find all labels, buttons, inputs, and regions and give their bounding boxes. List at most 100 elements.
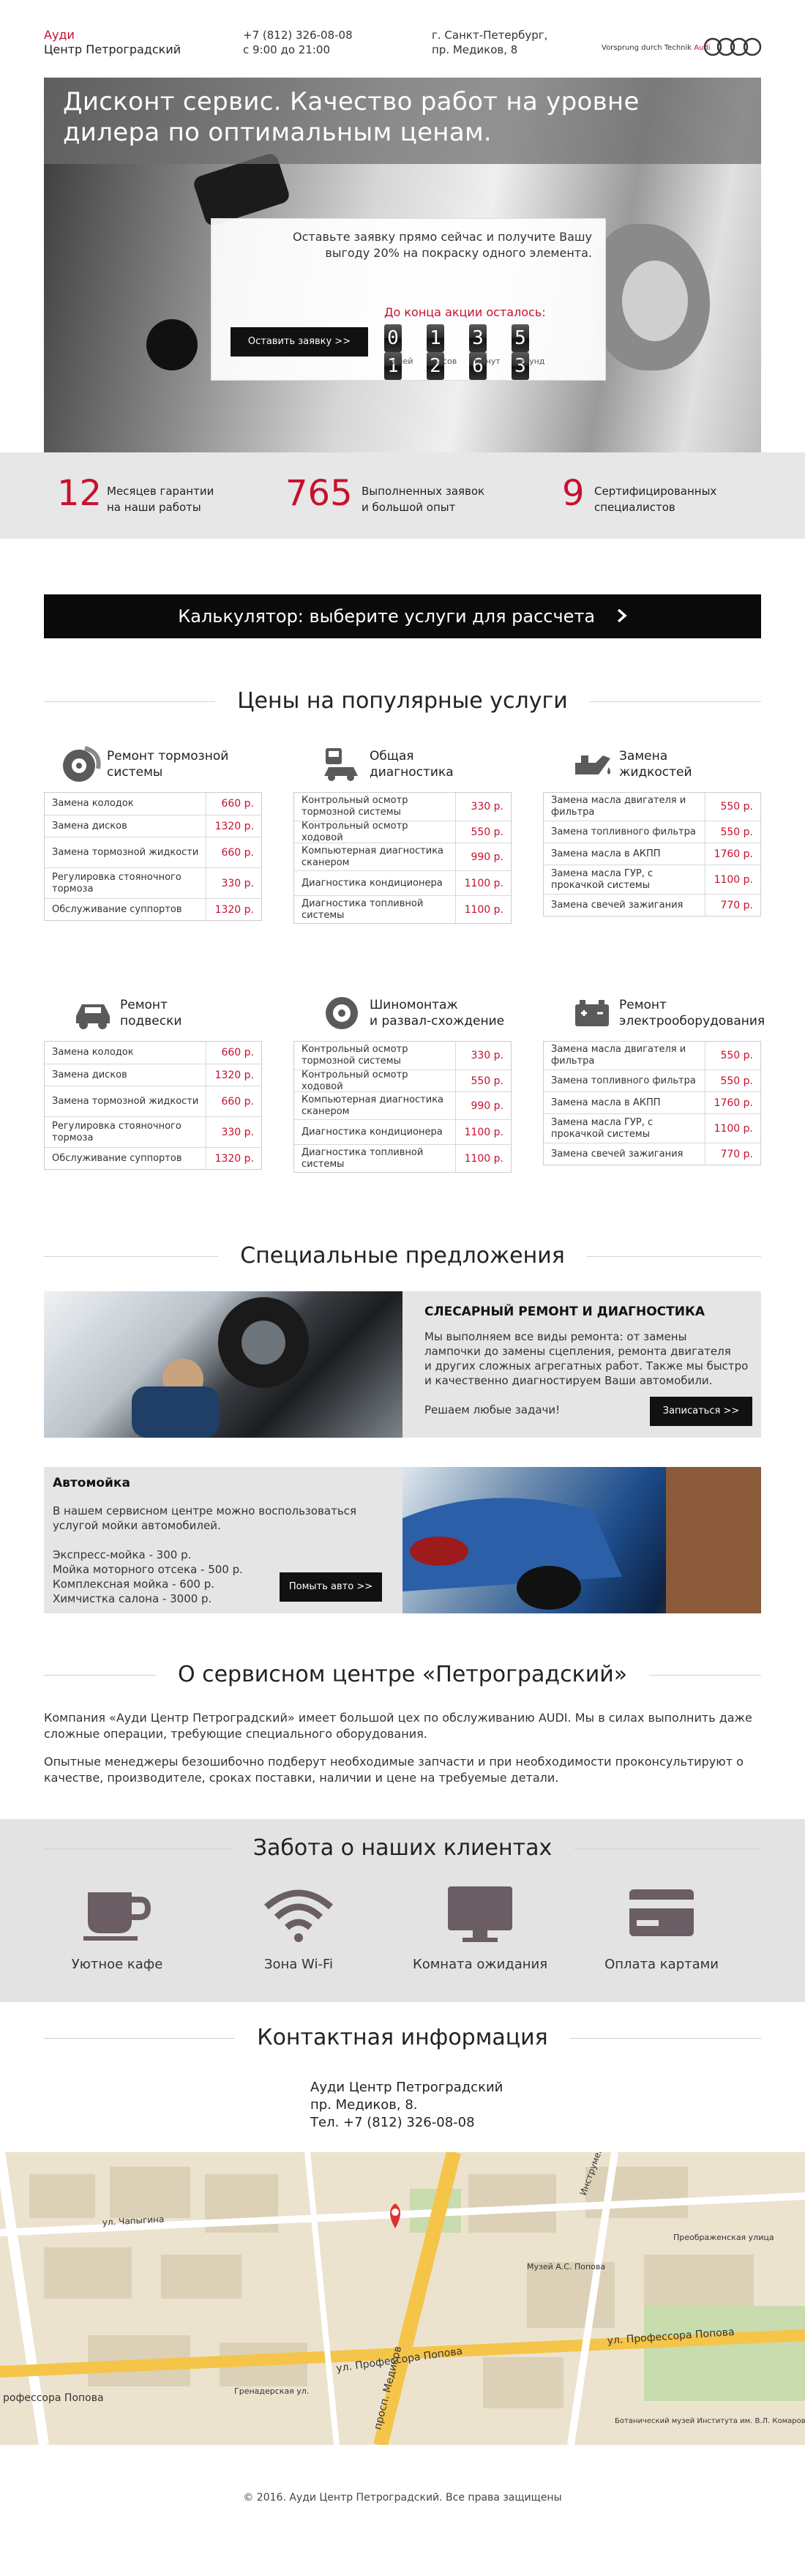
care-label: Комната ожидания xyxy=(412,1957,548,1972)
price-row[interactable]: Регулировка стояночного тормоза 330 р. xyxy=(45,1116,261,1147)
price-row[interactable]: Обслуживание суппортов 1320 р. xyxy=(45,1147,261,1169)
service-title-line1: Замена xyxy=(619,749,668,764)
countdown-days: 01 дней xyxy=(384,324,413,380)
stat-text: Сертифицированных специалистов xyxy=(594,483,716,515)
address-city: г. Санкт-Петербург, xyxy=(432,29,548,42)
phone-number[interactable]: +7 (812) 326-08-08 xyxy=(243,28,353,42)
prices-title: Цены на популярные услуги xyxy=(215,688,590,714)
care-waiting-room: Комната ожидания xyxy=(407,1885,553,1972)
service-name: Замена тормозной жидкости xyxy=(52,1095,199,1107)
calculator-button[interactable]: Калькулятор: выберите услуги для рассчет… xyxy=(44,594,761,638)
stat-line1: Месяцев гарантии xyxy=(107,485,214,498)
service-name: Замена свечей зажигания xyxy=(551,899,684,911)
price-row[interactable]: Диагностика кондиционера 1100 р. xyxy=(294,1119,511,1144)
sign-up-button[interactable]: Записаться >> xyxy=(650,1397,752,1426)
service-card: Ремонт тормозной системы Замена колодок 660… xyxy=(44,736,262,921)
logo-slogan: Vorsprung durch Technik Audi xyxy=(602,44,711,52)
price-row[interactable]: Компьютерная диагностика сканером 990 р. xyxy=(294,1091,511,1119)
promo-box: Оставьте заявку прямо сейчас и получите … xyxy=(211,218,606,381)
map-street-label: Гренадерская ул. xyxy=(234,2386,309,2396)
prices-heading: Цены на популярные услуги xyxy=(44,687,761,716)
service-name: Замена масла двигателя и фильтра xyxy=(551,1044,686,1067)
offer-repair-tagline: Решаем любые задачи! xyxy=(424,1403,561,1416)
price-row[interactable]: Замена масла в АКПП 1760 р. xyxy=(544,1091,760,1113)
offer-carwash-title: Автомойка xyxy=(53,1476,130,1490)
countdown-hours: 12 часов xyxy=(427,324,457,380)
price-row[interactable]: Замена свечей зажигания 770 р. xyxy=(544,894,760,916)
service-name: Компьютерная диагностика сканером xyxy=(302,845,444,868)
client-care-band: Забота о наших клиентах Уютное кафе Зона… xyxy=(0,1819,805,2002)
price-row[interactable]: Контрольный осмотр тормозной системы 330 … xyxy=(294,793,511,821)
price-row[interactable]: Диагностика топливной системы 1100 р. xyxy=(294,895,511,923)
location-map[interactable]: ул. Профессора Попова ул. Профессора Поп… xyxy=(0,2152,805,2445)
price-row[interactable]: Замена топливного фильтра 550 р. xyxy=(544,821,760,843)
price-row[interactable]: Обслуживание суппортов 1320 р. xyxy=(45,898,261,920)
countdown-minutes-label: минут xyxy=(474,356,501,366)
price-row[interactable]: Замена масла в АКПП 1760 р. xyxy=(544,843,760,865)
brand-name[interactable]: Ауди Центр Петроградский xyxy=(44,28,181,57)
tire-icon xyxy=(321,994,364,1032)
service-price: 1100 р. xyxy=(455,871,511,895)
care-heading: Забота о наших клиентах xyxy=(44,1834,761,1863)
price-table: Замена масла двигателя и фильтра 550 р. За… xyxy=(543,792,761,916)
care-label: Оплата картами xyxy=(604,1957,719,1972)
service-price: 990 р. xyxy=(455,843,511,870)
countdown-hours-label: часов xyxy=(433,356,457,366)
price-row[interactable]: Замена масла ГУР, с прокачкой системы 110… xyxy=(544,1113,760,1143)
care-cafe: Уютное кафе xyxy=(44,1885,190,1972)
price-row[interactable]: Замена дисков 1320 р. xyxy=(45,815,261,837)
price-row[interactable]: Регулировка стояночного тормоза 330 р. xyxy=(45,867,261,898)
service-price: 550 р. xyxy=(455,1070,511,1091)
care-label: Уютное кафе xyxy=(71,1957,163,1972)
monitor-icon xyxy=(448,1886,512,1942)
price-row[interactable]: Замена топливного фильтра 550 р. xyxy=(544,1069,760,1091)
offer-repair-text: Мы выполняем все виды ремонта: от замены… xyxy=(424,1329,748,1388)
service-name: Замена масла двигателя и фильтра xyxy=(551,795,686,818)
service-card-header: Общая диагностика xyxy=(293,736,512,792)
price-row[interactable]: Замена дисков 1320 р. xyxy=(45,1064,261,1086)
contact-phone[interactable]: Тел. +7 (812) 326-08-08 xyxy=(310,2114,503,2132)
offer-carwash-text: В нашем сервисном центре можно воспользо… xyxy=(53,1504,356,1533)
brand-line2: Центр Петроградский xyxy=(44,42,181,56)
price-row[interactable]: Контрольный осмотр ходовой 550 р. xyxy=(294,1069,511,1092)
price-row[interactable]: Диагностика кондиционера 1100 р. xyxy=(294,870,511,895)
service-name: Замена масла в АКПП xyxy=(551,1097,661,1108)
service-card-title: Замена жидкостей xyxy=(619,748,692,780)
price-row[interactable]: Замена колодок 660 р. xyxy=(45,1042,261,1064)
hero-title-line1: Дисконт сервис. Качество работ на уровне xyxy=(63,87,640,116)
offer-repair-title: СЛЕСАРНЫЙ РЕМОНТ И ДИАГНОСТИКА xyxy=(424,1304,705,1319)
service-card-header: Замена жидкостей xyxy=(543,736,761,792)
price-row[interactable]: Замена масла ГУР, с прокачкой системы 110… xyxy=(544,865,760,894)
countdown-seconds: 53 секунд xyxy=(512,324,544,380)
price-table: Замена колодок 660 р. Замена дисков 1320 р.… xyxy=(44,792,262,921)
price-row[interactable]: Диагностика топливной системы 1100 р. xyxy=(294,1144,511,1172)
price-row[interactable]: Замена свечей зажигания 770 р. xyxy=(544,1143,760,1165)
address-street: пр. Медиков, 8 xyxy=(432,43,518,56)
audi-logo[interactable]: Vorsprung durch Technik Audi xyxy=(602,37,764,59)
service-name: Замена колодок xyxy=(52,1047,134,1058)
chevron-right-icon xyxy=(617,595,627,639)
service-card: Шиномонтаж и развал-схождение Контрольный … xyxy=(293,985,512,1173)
price-row[interactable]: Замена колодок 660 р. xyxy=(45,793,261,815)
care-label: Зона Wi-Fi xyxy=(263,1957,334,1972)
car-battery-icon xyxy=(571,994,613,1032)
price-row[interactable]: Контрольный осмотр ходовой 550 р. xyxy=(294,821,511,843)
header-phone: +7 (812) 326-08-08 с 9:00 до 21:00 xyxy=(243,28,353,57)
service-card-title: Ремонт подвески xyxy=(120,997,181,1029)
price-row[interactable]: Замена масла двигателя и фильтра 550 р. xyxy=(544,1042,760,1069)
about-paragraph-2: Опытные менеджеры безошибочно подберут н… xyxy=(44,1755,744,1785)
page: Ауди Центр Петроградский +7 (812) 326-08… xyxy=(0,0,805,2576)
service-card: Ремонт электрооборудования Замена масла дв… xyxy=(543,985,765,1165)
leave-request-button[interactable]: Оставить заявку >> xyxy=(231,327,368,356)
stat-number: 765 xyxy=(285,473,353,514)
price-row[interactable]: Компьютерная диагностика сканером 990 р. xyxy=(294,843,511,870)
price-row[interactable]: Замена масла двигателя и фильтра 550 р. xyxy=(544,793,760,821)
price-row[interactable]: Замена тормозной жидкости 660 р. xyxy=(45,1086,261,1116)
price-row[interactable]: Замена тормозной жидкости 660 р. xyxy=(45,837,261,867)
offer-carwash-photo xyxy=(402,1467,761,1613)
service-price: 770 р. xyxy=(705,895,760,916)
wash-car-button[interactable]: Помыть авто >> xyxy=(280,1572,382,1602)
care-wifi: Зона Wi-Fi xyxy=(225,1885,372,1972)
price-row[interactable]: Контрольный осмотр тормозной системы 330 … xyxy=(294,1042,511,1069)
promo-line1: Оставьте заявку прямо сейчас и получите … xyxy=(293,230,592,244)
